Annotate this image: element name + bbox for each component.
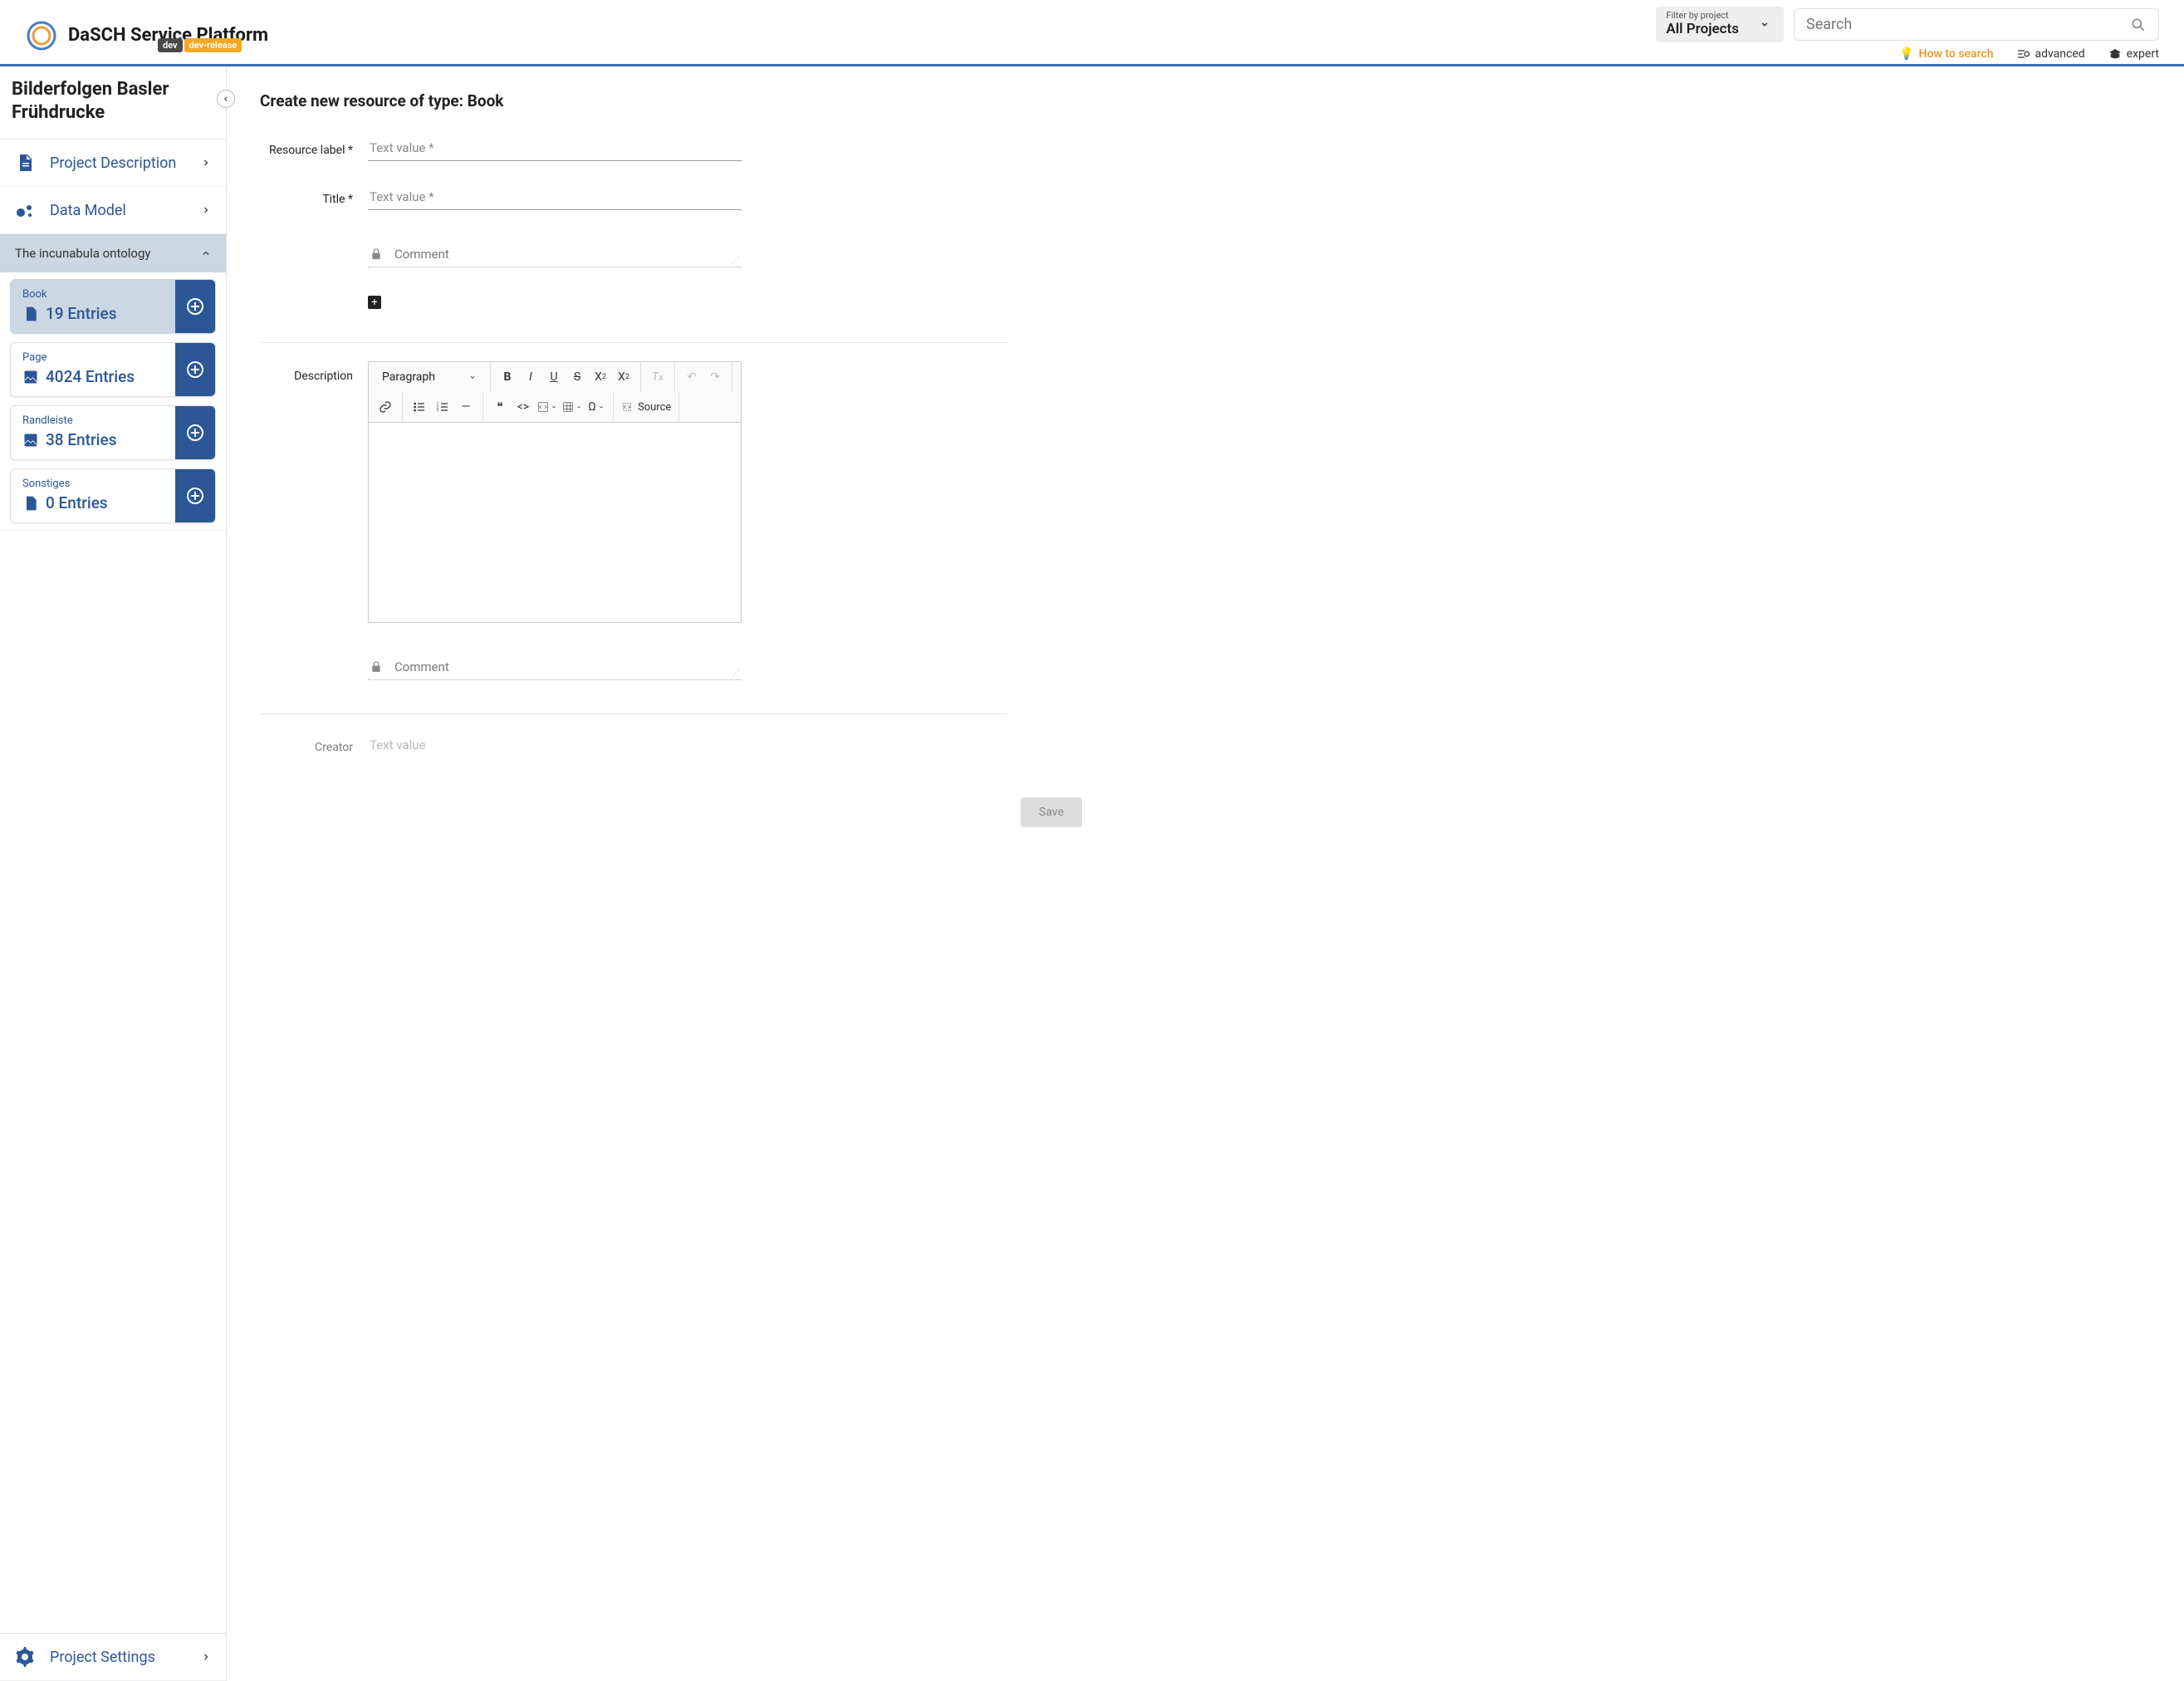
clear-format-button[interactable]: Tx [646, 365, 669, 390]
gear-icon [15, 1647, 35, 1667]
resize-handle-icon[interactable]: ⋰ [732, 669, 740, 678]
nav-data-model[interactable]: Data Model [0, 187, 226, 234]
add-randleiste-button[interactable] [175, 406, 215, 459]
logo-icon [25, 19, 58, 52]
section-divider [260, 342, 1007, 343]
class-card-sonstiges: Sonstiges 0 Entries [10, 468, 216, 523]
subscript-button[interactable]: X2 [589, 365, 612, 390]
save-button[interactable]: Save [1021, 797, 1082, 827]
rich-text-editor: Paragraph B I U S X2 X2 [368, 361, 742, 623]
add-page-button[interactable] [175, 343, 215, 396]
collapse-sidebar-button[interactable] [217, 90, 235, 108]
badge-dev: dev [158, 38, 183, 52]
section-divider [260, 713, 1007, 714]
file-icon [22, 306, 39, 322]
italic-button[interactable]: I [519, 365, 542, 390]
code-button[interactable]: <> [512, 395, 535, 419]
class-card-randleiste: Randleiste 38 Entries [10, 405, 216, 460]
file-icon [22, 495, 39, 512]
page-title: Create new resource of type: Book [260, 91, 2151, 110]
ontology-header[interactable]: The incunabula ontology [0, 234, 226, 272]
class-list: Book 19 Entries Page 4024 Entries [0, 272, 226, 531]
lightbulb-icon: 💡 [1899, 47, 1913, 61]
image-icon [22, 369, 39, 385]
expert-search-link[interactable]: expert [2108, 47, 2159, 61]
paragraph-dropdown[interactable]: Paragraph [374, 367, 485, 387]
class-card-page: Page 4024 Entries [10, 342, 216, 397]
class-card-book: Book 19 Entries [10, 279, 216, 334]
document-icon [15, 153, 35, 173]
search-box [1794, 8, 2159, 41]
source-button[interactable]: Source [619, 395, 673, 419]
project-title: Bilderfolgen Basler Frühdrucke [0, 66, 226, 140]
editor-textarea[interactable] [369, 423, 741, 622]
image-icon [22, 432, 39, 448]
chevron-up-icon [201, 248, 211, 258]
how-to-search-link[interactable]: 💡 How to search [1899, 47, 1993, 61]
resource-label-input[interactable] [368, 135, 742, 161]
strike-button[interactable]: S [566, 365, 589, 390]
filter-value: All Projects [1666, 21, 1739, 37]
nav-project-description[interactable]: Project Description [0, 140, 226, 187]
bold-button[interactable]: B [496, 365, 519, 390]
search-input[interactable] [1806, 16, 2130, 33]
label-creator: Creator [260, 733, 368, 781]
bubbles-icon [15, 200, 35, 220]
numbered-list-button[interactable]: 123 [431, 395, 454, 419]
chevron-right-icon [201, 205, 211, 215]
brand-area[interactable]: DaSCH Service Platform dev dev-release [25, 19, 268, 52]
lock-icon [370, 660, 383, 674]
underline-button[interactable]: U [542, 365, 566, 390]
resize-handle-icon[interactable]: ⋰ [732, 256, 740, 265]
quote-button[interactable]: ❝ [488, 395, 512, 419]
label-title: Title * [260, 184, 368, 332]
svg-text:3: 3 [437, 408, 439, 413]
creator-input[interactable] [368, 733, 742, 757]
table-dropdown[interactable] [560, 395, 585, 419]
main-content: Create new resource of type: Book Resour… [227, 66, 2184, 1681]
editor-toolbar: Paragraph B I U S X2 X2 [369, 362, 741, 423]
advanced-search-link[interactable]: advanced [2016, 47, 2084, 61]
title-comment[interactable]: Comment ⋰ [368, 243, 742, 267]
chevron-right-icon [201, 1652, 211, 1662]
superscript-button[interactable]: X2 [612, 365, 635, 390]
undo-button[interactable]: ↶ [680, 365, 703, 390]
link-button[interactable] [374, 395, 397, 419]
sidebar: Bilderfolgen Basler Frühdrucke Project D… [0, 66, 227, 1681]
tune-icon [2016, 47, 2030, 61]
chevron-down-icon [1759, 18, 1770, 30]
label-resource-label: Resource label * [260, 135, 368, 184]
add-book-button[interactable] [175, 280, 215, 333]
class-link-sonstiges[interactable]: Sonstiges 0 Entries [11, 469, 175, 522]
special-char-dropdown[interactable]: Ω [585, 395, 608, 419]
graduation-cap-icon [2108, 47, 2122, 61]
add-value-button[interactable]: + [368, 296, 381, 309]
filter-label: Filter by project [1666, 10, 1739, 21]
add-sonstiges-button[interactable] [175, 469, 215, 522]
class-link-page[interactable]: Page 4024 Entries [11, 343, 175, 396]
badge-release: dev-release [184, 38, 242, 52]
class-link-book[interactable]: Book 19 Entries [11, 280, 175, 333]
title-input[interactable] [368, 184, 742, 210]
search-icon[interactable] [2130, 17, 2147, 33]
hr-button[interactable]: — [454, 395, 477, 419]
codeblock-dropdown[interactable] [535, 395, 560, 419]
lock-icon [370, 247, 383, 261]
description-comment[interactable]: Comment ⋰ [368, 656, 742, 680]
redo-button[interactable]: ↷ [703, 365, 727, 390]
class-link-randleiste[interactable]: Randleiste 38 Entries [11, 406, 175, 459]
nav-project-settings[interactable]: Project Settings [0, 1633, 226, 1681]
project-filter-dropdown[interactable]: Filter by project All Projects [1656, 7, 1784, 42]
label-description: Description [260, 361, 368, 703]
app-header: DaSCH Service Platform dev dev-release F… [0, 0, 2184, 66]
chevron-right-icon [201, 158, 211, 168]
bullet-list-button[interactable] [408, 395, 431, 419]
